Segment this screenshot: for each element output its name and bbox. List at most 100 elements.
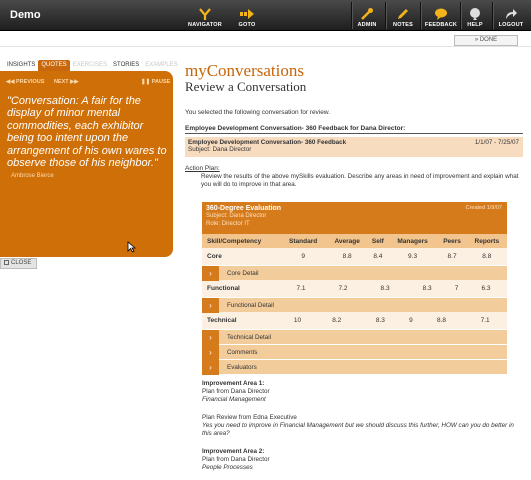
navigator-button[interactable]: NAVIGATOR (186, 0, 224, 31)
wrench-icon (359, 7, 375, 21)
evaluators-row[interactable]: › Evaluators (202, 359, 507, 375)
table-header-row: Skill/Competency Standard Average Self M… (202, 234, 507, 248)
action-plan-text: Review the results of the above mySkills… (201, 173, 519, 189)
technical-detail-row[interactable]: › Technical Detail (202, 329, 507, 345)
tab-exercises[interactable]: EXERCISES (70, 60, 110, 71)
admin-button[interactable]: ADMIN (353, 0, 381, 31)
conversation-dates: 1/1/07 - 7/25/07 (474, 139, 519, 146)
conversation-subject: Subject: Dana Director (188, 146, 252, 153)
skill-name: Functional (202, 280, 280, 297)
toolbar-divider (420, 2, 421, 29)
score-cell: 7.2 (322, 280, 365, 297)
speech-bubble-icon (433, 7, 449, 21)
plan-review: Plan Review from Edna Executive Yes you … (202, 414, 514, 438)
pause-button[interactable]: ❚❚ PAUSE (141, 79, 170, 85)
tab-examples[interactable]: EXAMPLES (142, 60, 180, 71)
score-cell: 7 (448, 280, 465, 297)
score-cell: 9 (402, 312, 420, 329)
top-navigation-bar: Demo NAVIGATOR GOTO ADMIN NOTES FEEDBACK (0, 0, 531, 31)
scores-grid: Functional 7.1 7.2 8.3 8.3 7 6.3 (202, 280, 507, 297)
toolbar-divider (351, 2, 352, 29)
skill-name: Technical (202, 312, 280, 329)
scores-grid: Technical 10 8.2 8.3 9 8.8 7.1 (202, 312, 507, 329)
column-header: Managers (387, 234, 438, 248)
score-cell: 8.8 (419, 312, 464, 329)
page-title: myConversations (185, 61, 304, 80)
chevron-right-icon: › (202, 297, 219, 313)
evaluation-created: Created 1/9/07 (465, 205, 502, 211)
score-cell: 8.7 (437, 248, 467, 265)
score-cell: 8.3 (364, 280, 407, 297)
skill-name: Core (202, 248, 280, 265)
conversation-title: Employee Development Conversation- 360 F… (188, 139, 347, 146)
tab-insights[interactable]: INSIGHTS (4, 60, 38, 71)
toolbar-divider (492, 2, 493, 29)
evaluation-name: 360-Degree Evaluation (206, 205, 282, 212)
improvement-area-2: Improvement Area 2: Plan from Dana Direc… (202, 448, 270, 472)
score-cell: 9.3 (387, 248, 438, 265)
toolbar-divider (385, 2, 386, 29)
score-cell: 9 (280, 248, 327, 265)
chevron-right-icon: › (202, 359, 219, 375)
evaluation-header: 360-Degree Evaluation Subject: Dana Dire… (202, 202, 507, 234)
column-header: Peers (437, 234, 467, 248)
toolbar-divider (460, 2, 461, 29)
sub-toolbar (0, 32, 531, 47)
evaluation-role: Role: Director IT (206, 221, 250, 227)
table-row: Functional 7.1 7.2 8.3 8.3 7 6.3 (202, 280, 507, 297)
chevron-right-icon: › (202, 329, 219, 345)
page-subtitle: Review a Conversation (185, 79, 307, 94)
quote-text: "Conversation: A fair for the display of… (7, 95, 167, 183)
notes-button[interactable]: NOTES (389, 0, 417, 31)
score-cell: 8.8 (326, 248, 369, 265)
evaluation-subject: Subject: Dana Director (206, 213, 267, 219)
arrow-right-icon (239, 7, 255, 21)
table-row: Core 9 8.8 8.4 9.3 8.7 8.8 (202, 248, 507, 265)
quote-panel: ◀◀ PREVIOUS NEXT ▶▶ ❚❚ PAUSE "Conversati… (0, 71, 173, 257)
quote-navigation: ◀◀ PREVIOUS NEXT ▶▶ (6, 79, 87, 85)
score-cell: 7.1 (280, 280, 323, 297)
compass-icon (197, 7, 213, 21)
done-button[interactable]: » DONE (454, 35, 518, 46)
score-cell: 8.4 (368, 248, 388, 265)
logout-arrow-icon (503, 7, 519, 21)
functional-detail-row[interactable]: › Functional Detail (202, 297, 507, 313)
score-cell: 8.3 (406, 280, 449, 297)
comments-row[interactable]: › Comments (202, 344, 507, 360)
close-box-icon (4, 260, 9, 265)
tab-quotes[interactable]: QUOTES (38, 60, 70, 71)
column-header: Average (326, 234, 369, 248)
chevron-right-icon: › (202, 344, 219, 360)
pencil-icon (395, 7, 411, 21)
panel-tabs: INSIGHTS QUOTES EXERCISES STORIES EXAMPL… (4, 60, 181, 71)
conversation-heading: Employee Development Conversation- 360 F… (185, 125, 523, 134)
score-cell: 6.3 (464, 280, 507, 297)
score-cell: 10 (280, 312, 315, 329)
score-cell: 8.2 (314, 312, 359, 329)
score-cell: 7.1 (463, 312, 507, 329)
action-plan-label: Action Plan: (185, 165, 220, 172)
score-cell: 8.8 (466, 248, 507, 265)
tab-stories[interactable]: STORIES (110, 60, 142, 71)
logout-button[interactable]: LOGOUT (497, 0, 525, 31)
score-cell: 8.3 (358, 312, 403, 329)
quote-author: Ambrose Bierce (11, 173, 54, 180)
chevron-right-icon: › (202, 265, 219, 281)
column-header: Standard (280, 234, 327, 248)
core-detail-row[interactable]: › Core Detail (202, 265, 507, 281)
column-header: Self (368, 234, 388, 248)
scores-grid: Skill/Competency Standard Average Self M… (202, 234, 507, 265)
next-button[interactable]: NEXT ▶▶ (54, 79, 79, 85)
evaluation-table: 360-Degree Evaluation Subject: Dana Dire… (202, 202, 507, 375)
feedback-button[interactable]: FEEDBACK (424, 0, 458, 31)
table-row: Technical 10 8.2 8.3 9 8.8 7.1 (202, 312, 507, 329)
improvement-area-1: Improvement Area 1: Plan from Dana Direc… (202, 380, 270, 404)
help-icon (467, 7, 483, 21)
intro-text: You selected the following conversation … (185, 109, 331, 116)
close-panel-button[interactable]: CLOSE (0, 258, 37, 269)
goto-button[interactable]: GOTO (233, 0, 261, 31)
previous-button[interactable]: ◀◀ PREVIOUS (6, 79, 44, 85)
column-header: Skill/Competency (202, 234, 280, 248)
help-button[interactable]: HELP (463, 0, 487, 31)
app-title: Demo (10, 9, 41, 21)
